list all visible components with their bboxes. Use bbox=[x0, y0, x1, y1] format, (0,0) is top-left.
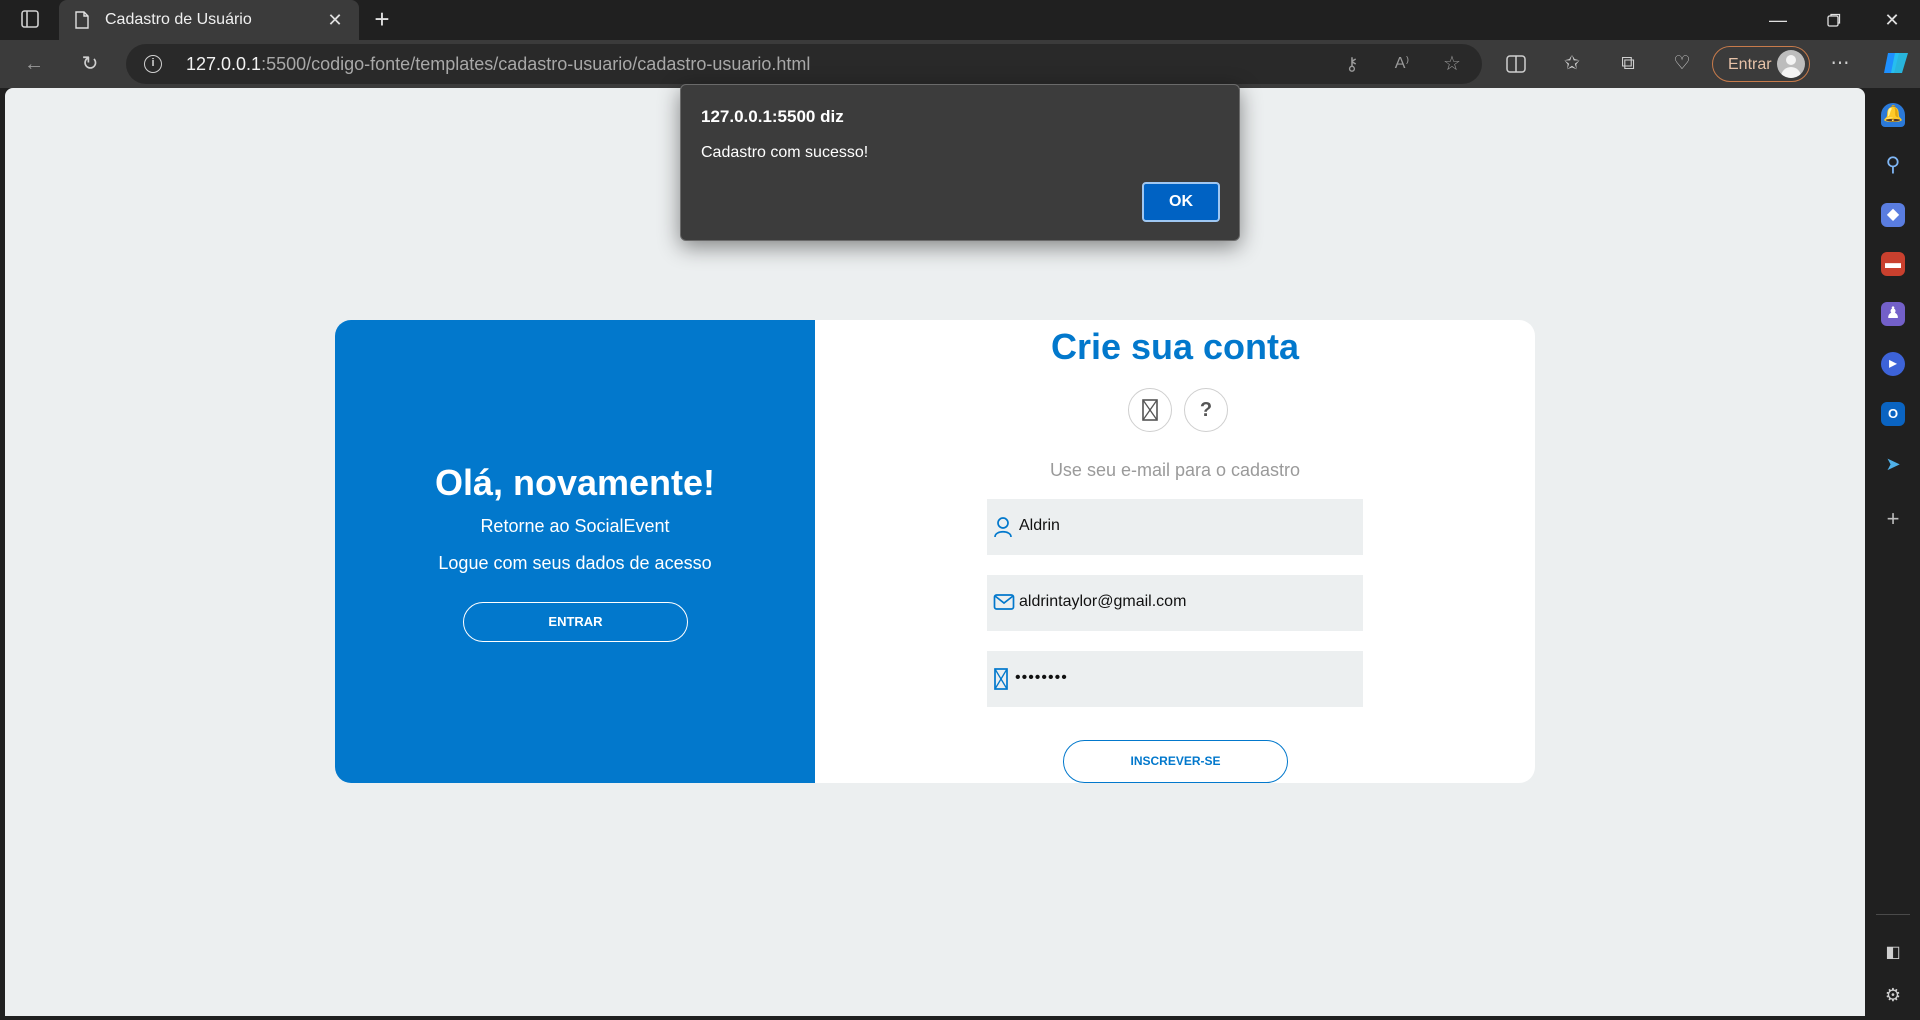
alert-dialog: 127.0.0.1:5500 diz Cadastro com sucesso!… bbox=[680, 84, 1240, 241]
signup-form: Crie sua conta ? Use seu e-mail para o c… bbox=[815, 320, 1535, 783]
tab-strip: Cadastro de Usuário ✕ + — ✕ bbox=[0, 0, 1920, 40]
help-icon[interactable]: ? bbox=[1184, 388, 1228, 432]
name-field[interactable]: Aldrin bbox=[987, 499, 1363, 555]
welcome-line-1: Retorne ao SocialEvent bbox=[480, 516, 670, 536]
key-icon[interactable]: ⚷ bbox=[1340, 52, 1364, 76]
shopping-icon[interactable]: ◆ bbox=[1881, 203, 1905, 227]
search-icon[interactable]: ⚲ bbox=[1881, 153, 1905, 177]
signup-heading: Crie sua conta bbox=[1050, 326, 1300, 367]
new-tab-icon[interactable]: + bbox=[368, 6, 396, 34]
notifications-icon[interactable]: 🔔 bbox=[1881, 103, 1905, 127]
welcome-line-2: Logue com seus dados de acesso bbox=[438, 553, 712, 573]
dialog-title: 127.0.0.1:5500 diz bbox=[701, 107, 844, 126]
tab-actions-icon[interactable] bbox=[16, 8, 44, 32]
missing-glyph-icon[interactable] bbox=[1128, 388, 1172, 432]
minimize-icon[interactable]: — bbox=[1758, 6, 1798, 34]
hide-sidebar-icon[interactable]: ◧ bbox=[1881, 941, 1905, 965]
missing-glyph-icon bbox=[993, 668, 1015, 690]
more-options-icon[interactable]: ⋯ bbox=[1826, 50, 1854, 78]
add-sidebar-app-icon[interactable]: + bbox=[1881, 507, 1905, 531]
close-tab-icon[interactable]: ✕ bbox=[325, 10, 345, 30]
dialog-message: Cadastro com sucesso! bbox=[701, 144, 869, 161]
url-path: :5500/codigo-fonte/templates/cadastro-us… bbox=[261, 54, 811, 74]
collections-icon[interactable]: ⧉ bbox=[1614, 50, 1642, 78]
signup-button[interactable]: INSCREVER-SE bbox=[1063, 740, 1288, 783]
active-tab[interactable]: Cadastro de Usuário ✕ bbox=[59, 0, 359, 40]
tools-icon[interactable]: ▬ bbox=[1881, 252, 1905, 276]
back-icon[interactable]: ← bbox=[20, 50, 48, 78]
signin-button[interactable]: Entrar bbox=[1712, 46, 1810, 82]
page-icon bbox=[75, 11, 89, 29]
split-screen-icon[interactable] bbox=[1502, 50, 1530, 78]
browser-essentials-icon[interactable]: ♡ bbox=[1668, 50, 1696, 78]
address-bar[interactable]: i 127.0.0.1:5500/codigo-fonte/templates/… bbox=[126, 44, 1482, 84]
login-button[interactable]: ENTRAR bbox=[463, 602, 688, 642]
url-text[interactable]: 127.0.0.1:5500/codigo-fonte/templates/ca… bbox=[186, 54, 810, 75]
outlook-icon[interactable]: O bbox=[1881, 402, 1905, 426]
signup-subtitle: Use seu e-mail para o cadastro bbox=[1049, 460, 1301, 480]
password-field[interactable]: •••••••• bbox=[987, 651, 1363, 707]
read-aloud-icon[interactable]: A⁾ bbox=[1390, 52, 1414, 76]
copilot-icon[interactable] bbox=[1880, 50, 1912, 78]
email-input[interactable]: aldrintaylor@gmail.com bbox=[1019, 593, 1186, 611]
microsoft-365-icon[interactable]: ▸ bbox=[1881, 352, 1905, 376]
welcome-heading: Olá, novamente! bbox=[434, 462, 716, 503]
ok-button[interactable]: OK bbox=[1142, 182, 1220, 222]
favorite-star-icon[interactable]: ☆ bbox=[1440, 52, 1464, 76]
site-info-icon[interactable]: i bbox=[144, 55, 162, 73]
signin-label: Entrar bbox=[1728, 56, 1772, 73]
profile-avatar bbox=[1777, 50, 1805, 78]
envelope-icon bbox=[993, 592, 1015, 614]
favorites-icon[interactable]: ✩ bbox=[1558, 50, 1586, 78]
password-input[interactable]: •••••••• bbox=[1015, 669, 1068, 687]
games-icon[interactable]: ♟ bbox=[1881, 302, 1905, 326]
user-icon bbox=[993, 516, 1015, 538]
navigation-bar: ← ↻ i 127.0.0.1:5500/codigo-fonte/templa… bbox=[0, 40, 1920, 88]
url-host: 127.0.0.1 bbox=[186, 54, 262, 74]
restore-icon[interactable] bbox=[1814, 6, 1854, 34]
welcome-panel: Olá, novamente! Retorne ao SocialEvent L… bbox=[335, 320, 815, 783]
name-input[interactable]: Aldrin bbox=[1019, 517, 1060, 535]
refresh-icon[interactable]: ↻ bbox=[76, 50, 104, 78]
close-window-icon[interactable]: ✕ bbox=[1872, 6, 1912, 34]
signup-card: Olá, novamente! Retorne ao SocialEvent L… bbox=[335, 320, 1535, 783]
edge-sidebar: 🔔 ⚲ ◆ ▬ ♟ ▸ O ➤ + ◧ ⚙ bbox=[1866, 88, 1920, 1020]
drop-icon[interactable]: ➤ bbox=[1881, 452, 1905, 476]
email-field[interactable]: aldrintaylor@gmail.com bbox=[987, 575, 1363, 631]
tab-title: Cadastro de Usuário bbox=[105, 11, 252, 28]
sidebar-divider bbox=[1876, 914, 1910, 915]
settings-gear-icon[interactable]: ⚙ bbox=[1881, 983, 1905, 1007]
